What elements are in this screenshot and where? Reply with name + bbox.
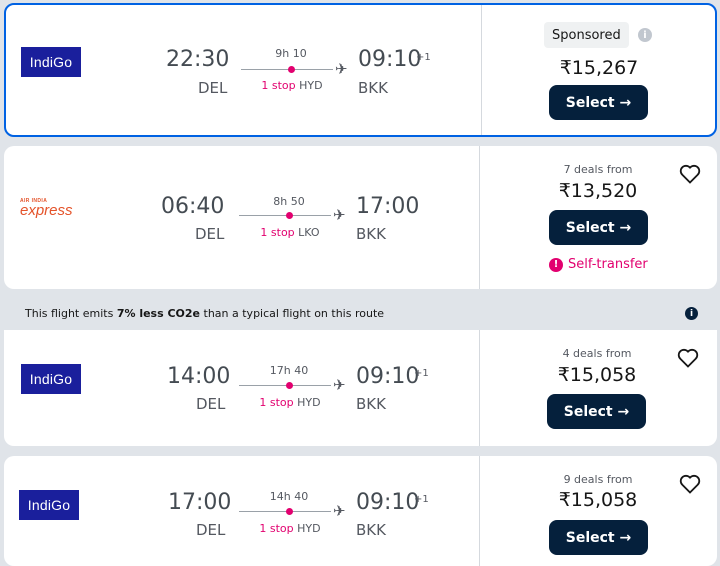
stops-info: 1 stop HYD [259, 396, 321, 409]
stops-info: 1 stop HYD [261, 79, 323, 92]
plane-icon: ✈ [333, 376, 346, 394]
eco-banner-text: This flight emits 7% less CO2e than a ty… [25, 307, 385, 320]
select-button[interactable]: Select → [549, 520, 648, 555]
arrive-code: BKK [356, 225, 386, 243]
arrive-code: BKK [356, 395, 386, 413]
plane-icon: ✈ [333, 206, 346, 224]
heart-icon[interactable] [678, 472, 702, 496]
route-line [241, 69, 333, 70]
deals-count: 9 deals from [563, 473, 633, 486]
depart-code: DEL [196, 521, 226, 539]
result-card-sponsored[interactable]: IndiGo 22:30 DEL 9h 10 ✈ 1 stop HYD 09:1… [4, 3, 717, 137]
arrive-time: 09:10 [358, 47, 422, 72]
route-line [239, 385, 331, 386]
duration: 14h 40 [269, 490, 309, 503]
stop-dot [286, 382, 293, 389]
air-india-express-logo: AIR INDIA express [20, 198, 73, 219]
duration: 8h 50 [273, 195, 305, 208]
arrive-plus-day: +1 [416, 52, 431, 63]
sponsored-badge: Sponsored [544, 22, 629, 48]
card-divider [481, 5, 482, 135]
depart-code: DEL [196, 395, 226, 413]
heart-icon[interactable] [678, 162, 702, 186]
self-transfer-warning: ! Self-transfer [549, 257, 648, 272]
arrive-code: BKK [358, 79, 388, 97]
arrive-time: 09:10 [356, 490, 420, 515]
indigo-logo: IndiGo [21, 364, 81, 394]
info-icon[interactable]: i [638, 28, 652, 42]
depart-code: DEL [195, 225, 225, 243]
select-button[interactable]: Select → [549, 85, 648, 120]
stops-info: 1 stop LKO [260, 226, 320, 239]
price: ₹15,058 [558, 489, 638, 511]
arrive-plus-day: +1 [414, 368, 429, 379]
indigo-logo: IndiGo [21, 47, 81, 77]
depart-code: DEL [198, 79, 228, 97]
depart-time: 14:00 [167, 364, 231, 389]
card-divider [479, 146, 480, 289]
result-card[interactable]: AIR INDIA express 06:40 DEL 8h 50 ✈ 1 st… [4, 146, 717, 289]
indigo-logo: IndiGo [19, 490, 79, 520]
warning-icon: ! [549, 257, 563, 272]
stop-dot [288, 66, 295, 73]
card-divider [479, 330, 480, 446]
stop-dot [286, 212, 293, 219]
depart-time: 17:00 [168, 490, 232, 515]
result-card[interactable]: IndiGo 14:00 DEL 17h 40 ✈ 1 stop HYD 09:… [4, 330, 717, 446]
card-divider [479, 456, 480, 566]
duration: 17h 40 [269, 364, 309, 377]
result-card[interactable]: IndiGo 17:00 DEL 14h 40 ✈ 1 stop HYD 09:… [4, 456, 717, 566]
select-button[interactable]: Select → [549, 210, 648, 245]
price: ₹15,058 [557, 364, 637, 386]
stops-info: 1 stop HYD [259, 522, 321, 535]
price: ₹13,520 [558, 180, 638, 202]
arrive-plus-day: +1 [414, 494, 429, 505]
select-button[interactable]: Select → [547, 394, 646, 429]
depart-time: 06:40 [161, 194, 225, 219]
plane-icon: ✈ [335, 60, 348, 78]
arrive-time: 17:00 [356, 194, 420, 219]
deals-count: 7 deals from [563, 163, 633, 176]
price: ₹15,267 [559, 57, 639, 79]
arrive-code: BKK [356, 521, 386, 539]
eco-banner: This flight emits 7% less CO2e than a ty… [4, 298, 717, 330]
plane-icon: ✈ [333, 502, 346, 520]
deals-count: 4 deals from [562, 347, 632, 360]
duration: 9h 10 [275, 47, 307, 60]
route-line [239, 215, 331, 216]
arrive-time: 09:10 [356, 364, 420, 389]
heart-icon[interactable] [676, 346, 700, 370]
stop-dot [286, 508, 293, 515]
route-line [239, 511, 331, 512]
info-icon[interactable]: i [685, 307, 698, 320]
depart-time: 22:30 [166, 47, 230, 72]
